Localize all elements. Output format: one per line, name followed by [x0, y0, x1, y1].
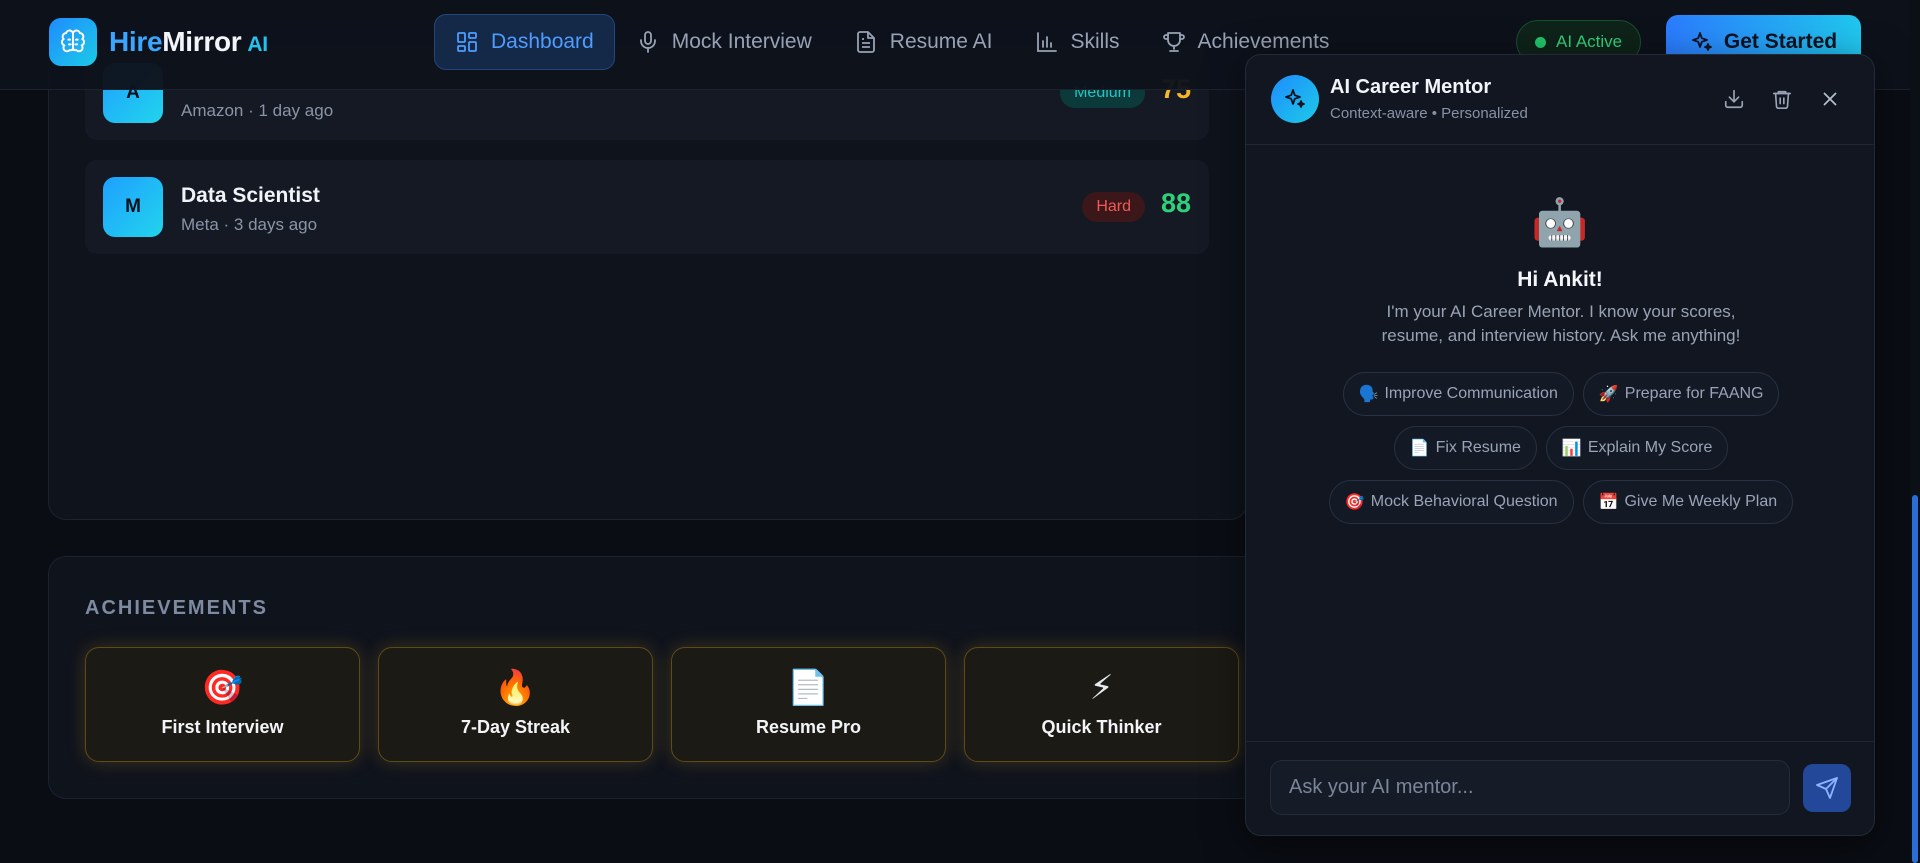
- robot-icon: 🤖: [1531, 196, 1589, 248]
- send-button[interactable]: [1803, 764, 1851, 812]
- suggestion-label: Give Me Weekly Plan: [1624, 493, 1778, 510]
- brain-logo-icon: [49, 18, 97, 66]
- suggestion-label: Improve Communication: [1384, 385, 1558, 402]
- bar-chart-icon: [1036, 32, 1057, 52]
- welcome-title: Hi Ankit!: [1517, 268, 1603, 291]
- fire-icon: 🔥: [494, 669, 537, 707]
- recent-interviews-card: A Amazon · 1 day ago Medium 75 M Data Sc…: [48, 20, 1248, 520]
- close-icon[interactable]: [1816, 85, 1844, 113]
- nav-skills[interactable]: Skills: [1014, 14, 1141, 70]
- nav-label: Resume AI: [889, 30, 993, 53]
- chat-subtitle: Context-aware • Personalized: [1330, 105, 1528, 122]
- interview-score: 88: [1160, 188, 1191, 218]
- brand-name: HireMirror AI: [109, 26, 268, 57]
- nav-dashboard[interactable]: Dashboard: [434, 14, 615, 70]
- document-icon: 📄: [1409, 440, 1430, 457]
- target-icon: 🎯: [1344, 494, 1365, 511]
- nav-label: Skills: [1070, 30, 1120, 53]
- main-nav: Dashboard Mock Interview Resume AI Skill…: [434, 14, 1350, 70]
- status-dot-icon: [1535, 36, 1546, 48]
- sparkles-icon: [1271, 75, 1319, 123]
- nav-label: Mock Interview: [671, 30, 812, 53]
- document-icon: 📄: [787, 669, 830, 707]
- suggestion-prepare-faang[interactable]: 🚀 Prepare for FAANG: [1582, 372, 1780, 416]
- suggestion-mock-behavioral[interactable]: 🎯 Mock Behavioral Question: [1328, 480, 1574, 524]
- achievement-tile[interactable]: ⚡ Quick Thinker: [964, 647, 1239, 762]
- achievement-label: First Interview: [161, 717, 284, 737]
- chat-message-input[interactable]: [1270, 760, 1790, 815]
- suggestion-label: Mock Behavioral Question: [1370, 493, 1558, 510]
- interview-meta: Amazon · 1 day ago: [181, 101, 334, 120]
- calendar-icon: 📅: [1598, 494, 1619, 511]
- achievement-tile[interactable]: 🎯 First Interview: [85, 647, 360, 762]
- chat-title: AI Career Mentor: [1330, 76, 1492, 98]
- difficulty-badge: Hard: [1082, 192, 1145, 222]
- document-icon: [856, 31, 875, 53]
- scrollbar-thumb[interactable]: [1912, 495, 1918, 863]
- suggestion-fix-resume[interactable]: 📄 Fix Resume: [1393, 426, 1537, 470]
- suggestion-label: Fix Resume: [1435, 439, 1521, 456]
- download-icon[interactable]: [1720, 85, 1748, 113]
- welcome-message: I'm your AI Career Mentor. I know your s…: [1381, 302, 1741, 345]
- get-started-label: Get Started: [1723, 30, 1838, 53]
- chat-header: AI Career Mentor Context-aware • Persona…: [1246, 55, 1874, 145]
- interview-meta: Meta · 3 days ago: [181, 215, 318, 234]
- sparkles-icon: [1691, 32, 1712, 51]
- page-scrollbar[interactable]: [1910, 0, 1920, 863]
- mic-icon: [639, 31, 656, 53]
- suggestion-label: Prepare for FAANG: [1624, 385, 1764, 402]
- nav-label: Dashboard: [491, 30, 594, 53]
- ai-status-label: AI Active: [1556, 32, 1623, 51]
- nav-resume-ai[interactable]: Resume AI: [833, 14, 1014, 70]
- achievement-label: Quick Thinker: [1041, 717, 1162, 737]
- achievement-tile[interactable]: 🔥 7-Day Streak: [378, 647, 653, 762]
- nav-label: Achievements: [1197, 30, 1330, 53]
- achievements-heading: ACHIEVEMENTS: [85, 597, 268, 619]
- achievement-tile[interactable]: 📄 Resume Pro: [671, 647, 946, 762]
- achievement-label: Resume Pro: [755, 717, 862, 737]
- trash-icon[interactable]: [1768, 85, 1796, 113]
- brand[interactable]: HireMirror AI: [49, 18, 268, 66]
- nav-mock-interview[interactable]: Mock Interview: [615, 14, 833, 70]
- suggestion-explain-score[interactable]: 📊 Explain My Score: [1545, 426, 1729, 470]
- grid-icon: [457, 32, 477, 52]
- bar-chart-icon: 📊: [1561, 440, 1582, 457]
- achievements-card: ACHIEVEMENTS 🎯 First Interview 🔥 7-Day S…: [48, 556, 1288, 799]
- rocket-icon: 🚀: [1598, 386, 1619, 403]
- chat-footer: [1246, 741, 1874, 835]
- target-icon: 🎯: [201, 669, 244, 707]
- company-avatar: M: [103, 177, 163, 237]
- interview-row[interactable]: M Data Scientist Meta · 3 days ago Hard …: [85, 160, 1209, 254]
- speaking-icon: 🗣️: [1358, 386, 1379, 403]
- suggestion-label: Explain My Score: [1587, 439, 1713, 456]
- interview-title: Data Scientist: [181, 184, 320, 207]
- ai-mentor-chat-panel: AI Career Mentor Context-aware • Persona…: [1245, 54, 1875, 836]
- suggestion-weekly-plan[interactable]: 📅 Give Me Weekly Plan: [1582, 480, 1794, 524]
- lightning-icon: ⚡: [1089, 669, 1114, 707]
- send-icon: [1816, 777, 1838, 799]
- achievement-label: 7-Day Streak: [460, 717, 571, 737]
- suggestion-chips: 🗣️ Improve Communication 🚀 Prepare for FAA…: [1286, 372, 1836, 524]
- suggestion-improve-communication[interactable]: 🗣️ Improve Communication: [1342, 372, 1574, 416]
- trophy-icon: [1162, 32, 1185, 52]
